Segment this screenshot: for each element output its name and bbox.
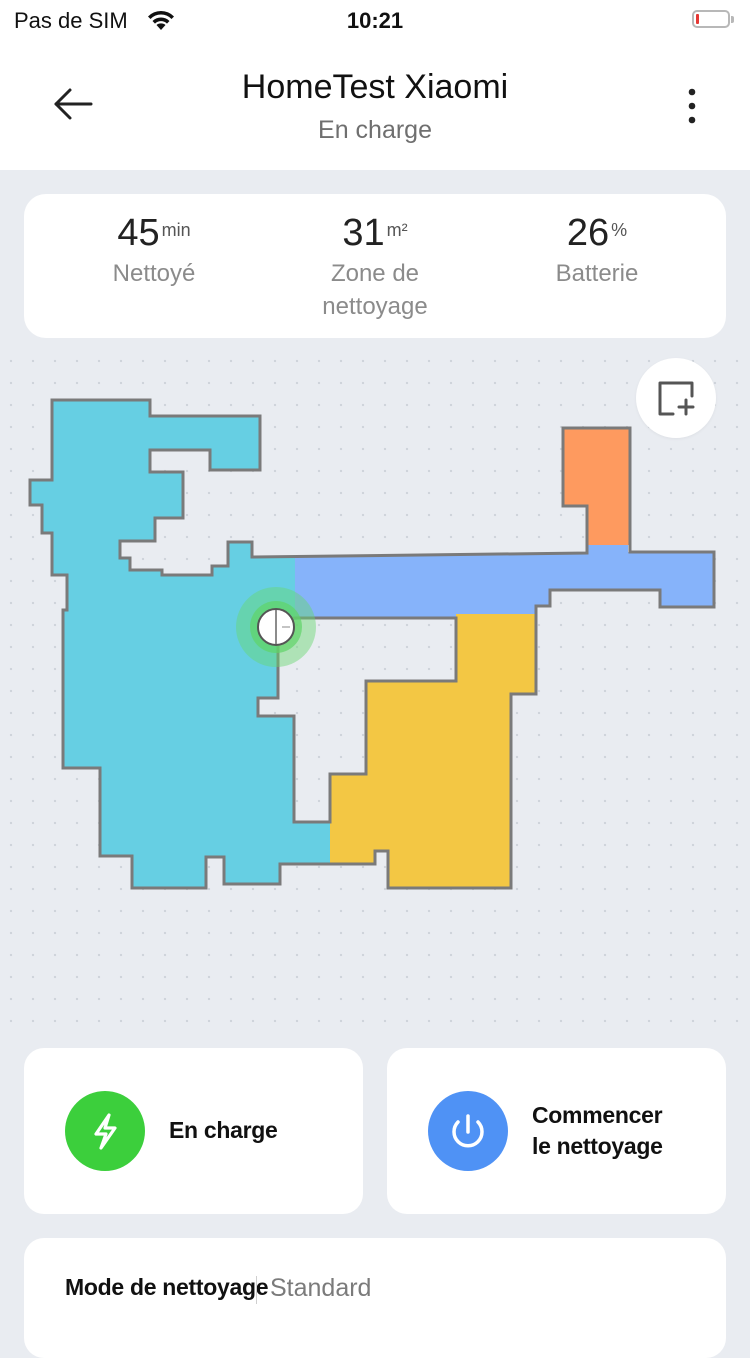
stat-label: Zone de nettoyage: [322, 260, 428, 320]
floor-map[interactable]: [0, 350, 750, 1030]
start-label-line2: le nettoyage: [532, 1133, 663, 1159]
clock: 10:21: [346, 8, 404, 33]
room-bathroom[interactable]: [563, 428, 630, 545]
stat-value: 45: [117, 212, 160, 254]
stat-battery: 26% Batterie: [487, 212, 707, 290]
start-label-line1: Commencer: [532, 1102, 663, 1128]
lightning-icon: [94, 1113, 117, 1150]
page-title: HomeTest Xiaomi: [241, 68, 509, 106]
stats-card: 45 min Nettoyé 31 m² Zone de nettoyage 26%…: [24, 194, 726, 338]
add-zone-button[interactable]: [636, 358, 716, 438]
start-cleaning-button[interactable]: Commencer le nettoyage: [387, 1048, 726, 1214]
stat-label: Nettoyé: [112, 260, 196, 287]
battery-icon: [692, 10, 736, 30]
start-label: Commencer le nettoyage: [532, 1100, 663, 1162]
power-icon: [452, 1114, 484, 1148]
app-header: HomeTest Xiaomi En charge: [0, 44, 750, 170]
charge-circle: [65, 1091, 145, 1171]
stat-unit: m²: [386, 220, 408, 240]
stat-value: 26: [566, 212, 610, 254]
cleaning-mode-label: Mode de nettoyage: [65, 1274, 269, 1300]
start-circle: [428, 1091, 508, 1171]
device-status: En charge: [318, 116, 432, 144]
charge-button[interactable]: En charge: [24, 1048, 363, 1214]
stat-value: 31: [342, 212, 385, 254]
stat-label: Batterie: [555, 260, 639, 287]
cleaning-mode-value: Standard: [270, 1274, 372, 1302]
more-vertical-icon: [688, 88, 696, 124]
stat-cleaned-time: 45 min Nettoyé: [44, 212, 264, 290]
stat-unit: %: [611, 220, 628, 240]
stat-unit: min: [161, 220, 191, 240]
add-zone-icon: [658, 381, 695, 416]
stat-cleaning-area: 31 m² Zone de nettoyage: [265, 212, 485, 323]
room-kitchen[interactable]: [330, 614, 536, 888]
robot-vacuum-icon[interactable]: [236, 587, 316, 667]
charge-label: En charge: [169, 1117, 278, 1143]
divider: [256, 1276, 257, 1304]
more-options-button[interactable]: [676, 86, 708, 126]
floor-map-canvas: [28, 398, 716, 890]
cleaning-mode-selector[interactable]: Mode de nettoyage Standard: [24, 1238, 726, 1358]
status-bar: Pas de SIM 10:21: [0, 0, 750, 44]
